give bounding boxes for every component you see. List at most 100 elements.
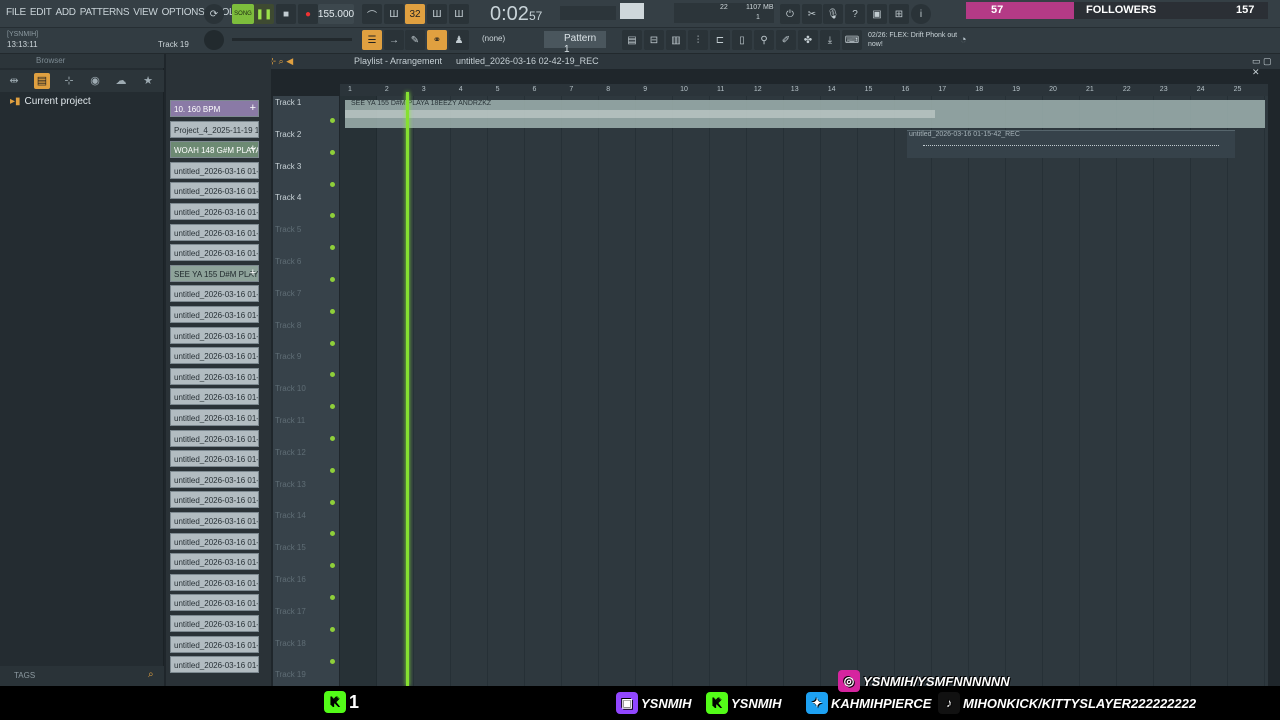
- add-clip-icon[interactable]: +: [250, 102, 256, 114]
- track-mute-led[interactable]: [330, 277, 335, 282]
- clip-item[interactable]: untitled_2026-03-16 01-...: [170, 223, 259, 241]
- save-icon[interactable]: ▣: [867, 4, 887, 24]
- record-button[interactable]: ●: [298, 4, 318, 24]
- loop-record-icon[interactable]: Ш: [449, 4, 469, 24]
- stamp-icon[interactable]: ♟: [449, 30, 469, 50]
- playlist-icon[interactable]: ▤: [622, 30, 642, 50]
- track-mute-led[interactable]: [330, 626, 335, 632]
- audio-clip[interactable]: SEE YA 155 D#M PLAYA 18EEZY ANDRZKZ: [345, 100, 1265, 128]
- clip-item[interactable]: untitled_2026-03-16 01-...: [170, 203, 259, 220]
- menu-item[interactable]: PATTERNS: [78, 7, 131, 18]
- pause-button[interactable]: ❚❚: [254, 4, 274, 24]
- menu-item[interactable]: ADD: [54, 7, 78, 18]
- mic-icon[interactable]: 🎙: [823, 4, 843, 24]
- track-header[interactable]: Track 14: [275, 511, 337, 543]
- track-header[interactable]: Track 12: [275, 448, 337, 480]
- clip-item[interactable]: untitled_2026-03-16 01-...: [170, 512, 259, 529]
- cloud-tab-icon[interactable]: ☁: [113, 73, 129, 89]
- clip-item[interactable]: untitled_2026-03-16 01-...: [170, 450, 259, 468]
- cut-icon[interactable]: ✂: [802, 4, 822, 24]
- mixer-faders-icon[interactable]: ⫶: [688, 30, 708, 50]
- track-header[interactable]: Track 11: [275, 416, 337, 448]
- track-header[interactable]: Track 15: [275, 543, 337, 575]
- collapse-icon[interactable]: ⇹: [6, 73, 22, 89]
- plug-icon[interactable]: ⚲: [754, 30, 774, 50]
- track-mute-led[interactable]: [330, 595, 335, 600]
- clip-item[interactable]: untitled_2026-03-16 01-...: [170, 244, 259, 262]
- tempo-display[interactable]: 155.000: [318, 4, 354, 24]
- clip-item[interactable]: untitled_2026-03-16 01-...: [170, 367, 259, 385]
- menu-item[interactable]: VIEW: [131, 7, 159, 18]
- clip-item[interactable]: untitled_2026-03-16 01-...: [170, 285, 259, 303]
- pattern-selector[interactable]: Pattern 1: [544, 31, 606, 55]
- clip-item[interactable]: untitled_2026-03-16 01-...: [170, 306, 259, 323]
- clip-item[interactable]: untitled_2026-03-16 01-...: [170, 491, 259, 509]
- plugin-tab-icon[interactable]: ⊹: [61, 73, 77, 89]
- piano-roll-icon[interactable]: ▥: [666, 30, 686, 50]
- playhead[interactable]: [406, 92, 409, 686]
- plugin-database-icon[interactable]: ✤: [798, 30, 818, 50]
- track-header[interactable]: Track 7: [275, 289, 337, 321]
- track-header[interactable]: Track 18: [275, 639, 337, 671]
- track-header[interactable]: Track 2: [275, 130, 337, 162]
- track-mute-led[interactable]: [330, 181, 335, 187]
- menu-item[interactable]: OPTIONS: [160, 7, 207, 18]
- download-icon[interactable]: ⤓: [820, 30, 840, 50]
- track-header[interactable]: Track 16: [275, 575, 337, 607]
- track-header[interactable]: Track 1: [275, 98, 337, 130]
- clip-item[interactable]: SEE YA 155 D#M PLAY... +: [170, 264, 259, 282]
- track-header[interactable]: Track 10: [275, 384, 337, 416]
- power-icon[interactable]: ⏻: [780, 4, 800, 24]
- clip-item[interactable]: untitled_2026-03-16 01-...: [170, 573, 259, 591]
- window-controls[interactable]: ▭ ▢ ✕: [1252, 56, 1280, 78]
- link-icon[interactable]: ⚭: [427, 30, 447, 50]
- track-mute-led[interactable]: [330, 404, 335, 410]
- snap-tool-icon[interactable]: ☰: [362, 30, 382, 50]
- channel-rack-icon[interactable]: ⊟: [644, 30, 664, 50]
- info-icon[interactable]: i: [911, 4, 931, 24]
- metronome-icon[interactable]: ⌒: [362, 4, 382, 24]
- news-panel[interactable]: 02/26: FLEX: Drift Phonk out now!: [868, 31, 958, 49]
- clip-item[interactable]: untitled_2026-03-16 01-...: [170, 470, 259, 488]
- track-header[interactable]: Track 17: [275, 607, 337, 639]
- track-header[interactable]: Track 5: [275, 225, 337, 257]
- audio-clip[interactable]: untitled_2026-03-16 01-15-42_REC: [907, 130, 1235, 158]
- current-project-item[interactable]: ▸▮ Current project: [10, 96, 91, 107]
- clip-item[interactable]: 10. 160 BPM +: [170, 100, 259, 117]
- clip-item[interactable]: untitled_2026-03-16 01-...: [170, 532, 259, 550]
- master-volume-knob[interactable]: [204, 30, 224, 50]
- mixer-icon[interactable]: ⊞: [889, 4, 909, 24]
- keyboard-icon[interactable]: ⌨: [842, 30, 862, 50]
- menu-item[interactable]: EDIT: [28, 7, 54, 18]
- clip-item[interactable]: untitled_2026-03-16 01-...: [170, 161, 259, 179]
- track-mute-led[interactable]: [330, 213, 335, 219]
- track-header[interactable]: Track 13: [275, 480, 337, 512]
- track-header[interactable]: Track 9: [275, 352, 337, 384]
- track-mute-led[interactable]: [330, 658, 335, 664]
- sample-tab-icon[interactable]: ◉: [87, 73, 103, 89]
- clip-item[interactable]: untitled_2026-03-16 01-...: [170, 409, 259, 426]
- clip-item[interactable]: untitled_2026-03-16 01-...: [170, 594, 259, 612]
- add-clip-icon[interactable]: +: [250, 267, 256, 279]
- arrow-icon[interactable]: →: [384, 30, 404, 50]
- track-mute-led[interactable]: [330, 372, 335, 378]
- clip-item[interactable]: untitled_2026-03-16 01-...: [170, 182, 259, 200]
- track-mute-led[interactable]: [330, 149, 335, 155]
- clip-item[interactable]: untitled_2026-03-16 01-...: [170, 347, 259, 365]
- wait-icon[interactable]: Ш: [384, 4, 404, 24]
- pencil-icon[interactable]: ✎: [405, 30, 425, 50]
- track-mute-led[interactable]: [330, 436, 335, 441]
- track-mute-led[interactable]: [330, 499, 335, 505]
- track-mute-led[interactable]: [330, 467, 335, 473]
- menu-item[interactable]: FILE: [4, 7, 28, 18]
- help-icon[interactable]: ?: [845, 4, 865, 24]
- folder-tab-icon[interactable]: ▤: [34, 73, 50, 89]
- clip-item[interactable]: untitled_2026-03-16 01-...: [170, 326, 259, 344]
- clip-item[interactable]: Project_4_2025-11-19 1...: [170, 120, 259, 138]
- clip-item[interactable]: WOAH 148 G#M PLAYA... +: [170, 141, 259, 159]
- news-sync-icon[interactable]: ◔: [960, 34, 967, 46]
- clip-item[interactable]: untitled_2026-03-16 01-...: [170, 553, 259, 571]
- clip-item[interactable]: untitled_2026-03-16 01-...: [170, 388, 259, 406]
- track-mute-led[interactable]: [330, 245, 335, 251]
- track-header[interactable]: Track 8: [275, 321, 337, 353]
